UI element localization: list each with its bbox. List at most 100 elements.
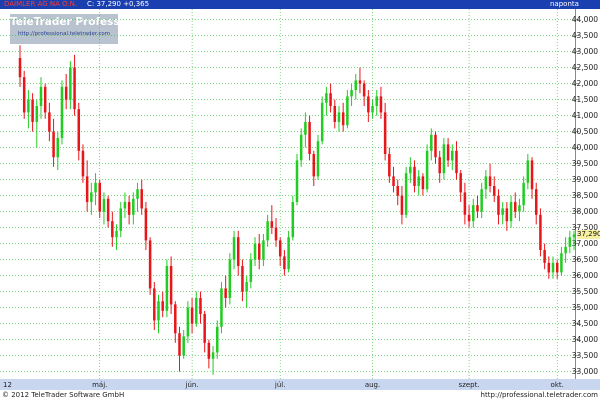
- candle-body: [186, 307, 190, 337]
- candle-body: [505, 208, 509, 222]
- candle-body: [438, 157, 441, 174]
- y-tick-label: 42,500: [572, 63, 598, 72]
- y-tick-label: 41,000: [572, 111, 598, 120]
- y-tick-label: 39,500: [572, 159, 598, 168]
- y-tick-label: 34,000: [572, 335, 598, 344]
- candle-body: [102, 198, 106, 212]
- candle-body: [518, 205, 521, 212]
- y-tick-label: 35,000: [572, 303, 598, 312]
- candle-body: [140, 189, 143, 209]
- candle-body: [111, 221, 114, 238]
- candle-body: [392, 176, 395, 186]
- candle-body: [337, 112, 341, 122]
- candle-body: [543, 250, 546, 263]
- candle-body: [27, 99, 30, 113]
- candle-body: [157, 301, 160, 321]
- candle-body: [291, 202, 295, 238]
- y-tick-label: 38,500: [572, 191, 598, 200]
- candle-body: [283, 256, 286, 270]
- candle-body: [341, 112, 345, 126]
- candle-body: [346, 96, 349, 126]
- candle-body: [90, 192, 93, 202]
- candle-body: [190, 307, 194, 324]
- candle-body: [354, 80, 358, 90]
- candle-body: [379, 96, 383, 113]
- y-tick-label: 43,500: [572, 31, 598, 40]
- candle-body: [463, 192, 467, 215]
- candle-body: [31, 99, 34, 122]
- y-tick-label: 36,000: [572, 271, 598, 280]
- candle-body: [430, 134, 433, 151]
- candle-body: [455, 150, 458, 174]
- candle-body: [178, 333, 181, 356]
- candle-body: [304, 122, 307, 135]
- x-tick-label: okt.: [551, 381, 564, 389]
- candle-body: [409, 166, 412, 174]
- candle-body: [442, 144, 446, 174]
- candle-body: [320, 102, 324, 142]
- candle-body: [522, 182, 525, 206]
- candle-body: [472, 205, 475, 222]
- y-tick-label: 35,500: [572, 287, 598, 296]
- candle-body: [153, 288, 156, 321]
- candle-body: [396, 186, 399, 196]
- candle-body: [69, 67, 72, 100]
- candle-body: [241, 266, 244, 292]
- candle-body: [287, 237, 290, 270]
- candle-body: [509, 202, 513, 222]
- x-tick-label: aug.: [365, 381, 380, 389]
- candle-body: [497, 195, 500, 215]
- candle-body: [400, 195, 404, 215]
- candle-body: [98, 182, 102, 212]
- candle-body: [257, 243, 261, 260]
- candle-body: [106, 198, 110, 222]
- candle-body: [249, 259, 253, 282]
- candle-body: [362, 83, 366, 97]
- y-tick-label: 37,000: [572, 239, 598, 248]
- candle-body: [174, 304, 177, 334]
- candle-body: [215, 326, 219, 353]
- candle-body: [421, 176, 425, 190]
- candle-body: [73, 67, 76, 110]
- candle-body: [35, 106, 39, 122]
- candle-body: [434, 134, 437, 158]
- candle-body: [358, 80, 362, 84]
- candle-body: [476, 205, 479, 212]
- candle-body: [236, 237, 240, 266]
- candle-body: [211, 352, 215, 359]
- candle-body: [81, 150, 85, 177]
- candle-body: [270, 221, 274, 228]
- candle-body: [534, 189, 538, 215]
- y-tick-label: 38,000: [572, 207, 598, 216]
- candle-body: [467, 214, 471, 222]
- y-tick-label: 39,000: [572, 175, 598, 184]
- candle-body: [526, 160, 530, 183]
- candle-body: [404, 173, 408, 215]
- candle-body: [182, 336, 185, 356]
- candle-body: [459, 173, 462, 193]
- candle-body: [329, 93, 332, 106]
- candle-body: [52, 131, 55, 158]
- candle-body: [488, 176, 492, 186]
- candle-body: [207, 342, 211, 359]
- candle-body: [299, 134, 303, 161]
- candle-body: [56, 138, 60, 158]
- x-tick-label: szept.: [459, 381, 480, 389]
- candle-body: [371, 106, 374, 113]
- candle-body: [375, 96, 379, 106]
- candle-body: [551, 262, 555, 273]
- candle-body: [22, 77, 26, 113]
- candle-body: [530, 160, 534, 190]
- candle-body: [43, 86, 47, 113]
- y-tick-label: 40,500: [572, 127, 598, 136]
- candle-body: [560, 253, 563, 273]
- candle-body: [413, 166, 416, 186]
- candle-body: [169, 266, 173, 305]
- candlestick-chart: 33,000 33,500 34,000 34,500 35,000 35,500 36,0…: [0, 9, 598, 389]
- y-tick-label: 36,500: [572, 255, 598, 264]
- y-tick-label: 40,000: [572, 143, 598, 152]
- candle-body: [451, 150, 454, 161]
- candle-body: [148, 240, 152, 289]
- candle-body: [203, 314, 206, 343]
- candle-body: [572, 234, 576, 238]
